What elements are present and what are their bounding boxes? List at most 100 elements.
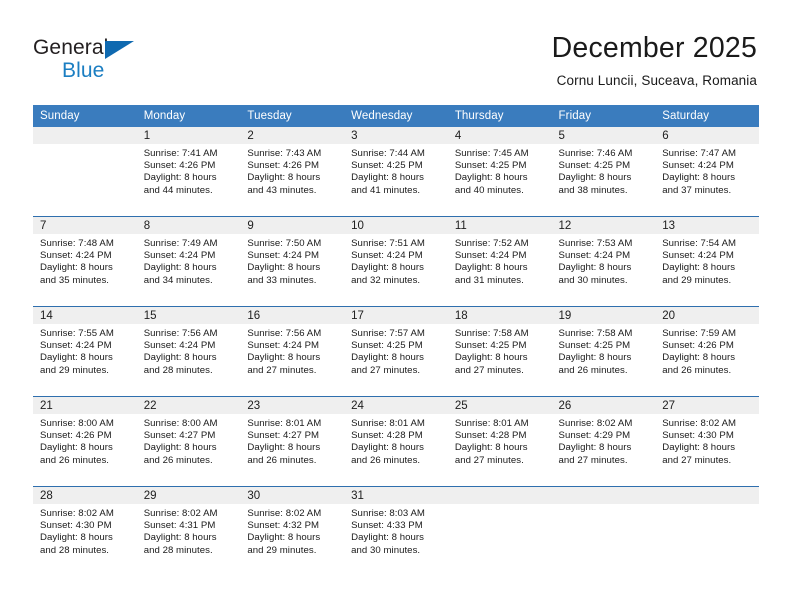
calendar-day-cell[interactable]: 16 Sunrise: 7:56 AM Sunset: 4:24 PM Dayligh… <box>240 306 345 397</box>
day-sun-details: Sunrise: 8:02 AM Sunset: 4:31 PM Daylight:… <box>137 504 241 557</box>
calendar-day-cell <box>551 486 656 576</box>
day-sun-details: Sunrise: 7:59 AM Sunset: 4:26 PM Daylight:… <box>655 324 759 377</box>
calendar-day-cell[interactable]: 23 Sunrise: 8:01 AM Sunset: 4:27 PM Dayligh… <box>240 396 345 487</box>
calendar-day-cell[interactable]: 30 Sunrise: 8:02 AM Sunset: 4:32 PM Dayligh… <box>240 486 345 576</box>
day-detail-line: Sunrise: 7:44 AM <box>351 148 425 159</box>
day-sun-details: Sunrise: 7:50 AM Sunset: 4:24 PM Daylight:… <box>240 234 344 287</box>
day-number: 24 <box>344 397 448 414</box>
weekday-header-thursday: Thursday <box>447 105 552 127</box>
calendar-day-cell[interactable]: 13 Sunrise: 7:54 AM Sunset: 4:24 PM Dayligh… <box>655 216 759 307</box>
day-cell-inner: 28 Sunrise: 8:02 AM Sunset: 4:30 PM Dayligh… <box>33 487 137 576</box>
day-detail-line: Sunset: 4:32 PM <box>247 520 320 532</box>
day-number: 25 <box>447 397 552 414</box>
day-number: 3 <box>344 127 448 144</box>
calendar-day-cell[interactable]: 4 Sunrise: 7:45 AM Sunset: 4:25 PM Daylight… <box>447 127 552 217</box>
day-detail-line: Sunrise: 7:41 AM <box>143 148 218 159</box>
day-detail-line: Daylight: 8 hours <box>454 442 528 454</box>
day-detail-line: Sunset: 4:26 PM <box>247 160 320 172</box>
calendar-day-cell[interactable]: 3 Sunrise: 7:44 AM Sunset: 4:25 PM Daylight… <box>344 127 448 217</box>
calendar-day-cell[interactable]: 24 Sunrise: 8:01 AM Sunset: 4:28 PM Dayligh… <box>344 396 448 487</box>
day-detail-line: and 30 minutes. <box>351 544 421 556</box>
calendar-day-cell[interactable]: 8 Sunrise: 7:49 AM Sunset: 4:24 PM Daylight… <box>136 216 241 307</box>
day-detail-line: and 27 minutes. <box>662 454 732 466</box>
calendar-header-row: Sunday Monday Tuesday Wednesday Thursday Frid… <box>33 105 759 127</box>
day-detail-line: Sunset: 4:27 PM <box>143 430 216 442</box>
calendar-page: General Blue December 2025 Cornu Luncii,… <box>0 0 792 612</box>
page-subtitle: Cornu Luncii, Suceava, Romania <box>556 73 757 88</box>
day-cell-inner: 22 Sunrise: 8:00 AM Sunset: 4:27 PM Dayligh… <box>136 397 241 486</box>
calendar-day-cell[interactable]: 26 Sunrise: 8:02 AM Sunset: 4:29 PM Dayligh… <box>551 396 656 487</box>
calendar-day-cell[interactable]: 18 Sunrise: 7:58 AM Sunset: 4:25 PM Dayligh… <box>447 306 552 397</box>
day-detail-line: Sunset: 4:25 PM <box>454 160 527 172</box>
calendar-day-cell[interactable]: 19 Sunrise: 7:58 AM Sunset: 4:25 PM Dayligh… <box>551 306 656 397</box>
day-sun-details: Sunrise: 7:48 AM Sunset: 4:24 PM Daylight:… <box>33 234 137 287</box>
day-detail-line: and 27 minutes. <box>558 454 628 466</box>
day-sun-details: Sunrise: 7:54 AM Sunset: 4:24 PM Daylight:… <box>655 234 759 287</box>
day-number <box>551 487 656 504</box>
day-detail-line: Daylight: 8 hours <box>351 532 424 544</box>
general-blue-logo[interactable]: General Blue <box>33 36 203 88</box>
day-number: 18 <box>447 307 552 324</box>
day-detail-line: Sunset: 4:30 PM <box>662 430 734 442</box>
day-cell-inner: 25 Sunrise: 8:01 AM Sunset: 4:28 PM Dayligh… <box>447 397 552 486</box>
day-cell-inner <box>33 127 137 216</box>
logo-triangle-icon <box>105 41 134 59</box>
day-number: 6 <box>655 127 759 144</box>
day-detail-line: and 26 minutes. <box>662 364 732 376</box>
day-sun-details: Sunrise: 7:43 AM Sunset: 4:26 PM Daylight:… <box>240 144 344 197</box>
calendar-day-cell[interactable]: 21 Sunrise: 8:00 AM Sunset: 4:26 PM Dayligh… <box>33 396 137 487</box>
day-detail-line: Sunset: 4:33 PM <box>351 520 423 532</box>
calendar-day-cell[interactable]: 29 Sunrise: 8:02 AM Sunset: 4:31 PM Dayligh… <box>136 486 241 576</box>
day-sun-details: Sunrise: 7:46 AM Sunset: 4:25 PM Daylight:… <box>552 144 656 197</box>
calendar-day-cell[interactable]: 14 Sunrise: 7:55 AM Sunset: 4:24 PM Dayligh… <box>33 306 137 397</box>
day-detail-line: Sunrise: 7:57 AM <box>351 328 425 339</box>
calendar-day-cell[interactable]: 12 Sunrise: 7:53 AM Sunset: 4:24 PM Dayligh… <box>551 216 656 307</box>
day-number: 15 <box>136 307 241 324</box>
day-detail-line: Sunset: 4:26 PM <box>662 340 734 352</box>
day-number: 12 <box>551 217 656 234</box>
day-number: 29 <box>136 487 241 504</box>
calendar-day-cell[interactable]: 17 Sunrise: 7:57 AM Sunset: 4:25 PM Dayligh… <box>344 306 448 397</box>
day-cell-inner <box>655 487 759 576</box>
calendar-day-cell[interactable]: 10 Sunrise: 7:51 AM Sunset: 4:24 PM Dayligh… <box>344 216 448 307</box>
day-sun-details: Sunrise: 7:53 AM Sunset: 4:24 PM Daylight:… <box>552 234 656 287</box>
day-detail-line: and 35 minutes. <box>40 274 110 286</box>
calendar-day-cell[interactable]: 5 Sunrise: 7:46 AM Sunset: 4:25 PM Daylight… <box>551 127 656 217</box>
day-detail-line: Sunset: 4:24 PM <box>351 250 423 262</box>
weekday-header-wednesday: Wednesday <box>344 105 448 127</box>
calendar-day-cell[interactable]: 2 Sunrise: 7:43 AM Sunset: 4:26 PM Daylight… <box>240 127 345 217</box>
calendar-day-cell[interactable]: 6 Sunrise: 7:47 AM Sunset: 4:24 PM Daylight… <box>655 127 759 217</box>
calendar-day-cell[interactable]: 11 Sunrise: 7:52 AM Sunset: 4:24 PM Dayligh… <box>447 216 552 307</box>
calendar-day-cell[interactable]: 9 Sunrise: 7:50 AM Sunset: 4:24 PM Daylight… <box>240 216 345 307</box>
calendar-day-cell[interactable]: 31 Sunrise: 8:03 AM Sunset: 4:33 PM Dayligh… <box>344 486 448 576</box>
day-detail-line: Sunrise: 7:56 AM <box>247 328 322 339</box>
day-detail-line: Sunset: 4:27 PM <box>247 430 320 442</box>
calendar-day-cell[interactable]: 27 Sunrise: 8:02 AM Sunset: 4:30 PM Dayligh… <box>655 396 759 487</box>
day-detail-line: Daylight: 8 hours <box>662 352 736 364</box>
day-detail-line: and 26 minutes. <box>247 454 317 466</box>
calendar-week-row: 14 Sunrise: 7:55 AM Sunset: 4:24 PM Dayligh… <box>33 306 759 397</box>
day-detail-line: Daylight: 8 hours <box>558 172 632 184</box>
day-cell-inner: 26 Sunrise: 8:02 AM Sunset: 4:29 PM Dayligh… <box>551 397 656 486</box>
day-detail-line: Sunset: 4:25 PM <box>558 160 631 172</box>
calendar-day-cell[interactable]: 7 Sunrise: 7:48 AM Sunset: 4:24 PM Daylight… <box>33 216 137 307</box>
day-cell-inner <box>551 487 656 576</box>
day-detail-line: Daylight: 8 hours <box>143 442 217 454</box>
day-cell-inner: 31 Sunrise: 8:03 AM Sunset: 4:33 PM Dayligh… <box>344 487 448 576</box>
calendar-day-cell[interactable]: 22 Sunrise: 8:00 AM Sunset: 4:27 PM Dayligh… <box>136 396 241 487</box>
day-detail-line: Sunrise: 8:01 AM <box>351 418 425 429</box>
day-number: 20 <box>655 307 759 324</box>
day-number: 9 <box>240 217 345 234</box>
day-number: 13 <box>655 217 759 234</box>
day-number <box>655 487 759 504</box>
day-cell-inner: 2 Sunrise: 7:43 AM Sunset: 4:26 PM Daylight… <box>240 127 345 216</box>
calendar-day-cell[interactable]: 20 Sunrise: 7:59 AM Sunset: 4:26 PM Dayligh… <box>655 306 759 397</box>
day-cell-inner: 3 Sunrise: 7:44 AM Sunset: 4:25 PM Daylight… <box>344 127 448 216</box>
calendar-day-cell[interactable]: 1 Sunrise: 7:41 AM Sunset: 4:26 PM Daylight… <box>136 127 241 217</box>
day-detail-line: and 27 minutes. <box>247 364 317 376</box>
calendar-day-cell[interactable]: 28 Sunrise: 8:02 AM Sunset: 4:30 PM Dayligh… <box>33 486 137 576</box>
calendar-day-cell[interactable]: 25 Sunrise: 8:01 AM Sunset: 4:28 PM Dayligh… <box>447 396 552 487</box>
day-number: 8 <box>136 217 241 234</box>
calendar-day-cell[interactable]: 15 Sunrise: 7:56 AM Sunset: 4:24 PM Dayligh… <box>136 306 241 397</box>
day-detail-line: Daylight: 8 hours <box>247 262 321 274</box>
